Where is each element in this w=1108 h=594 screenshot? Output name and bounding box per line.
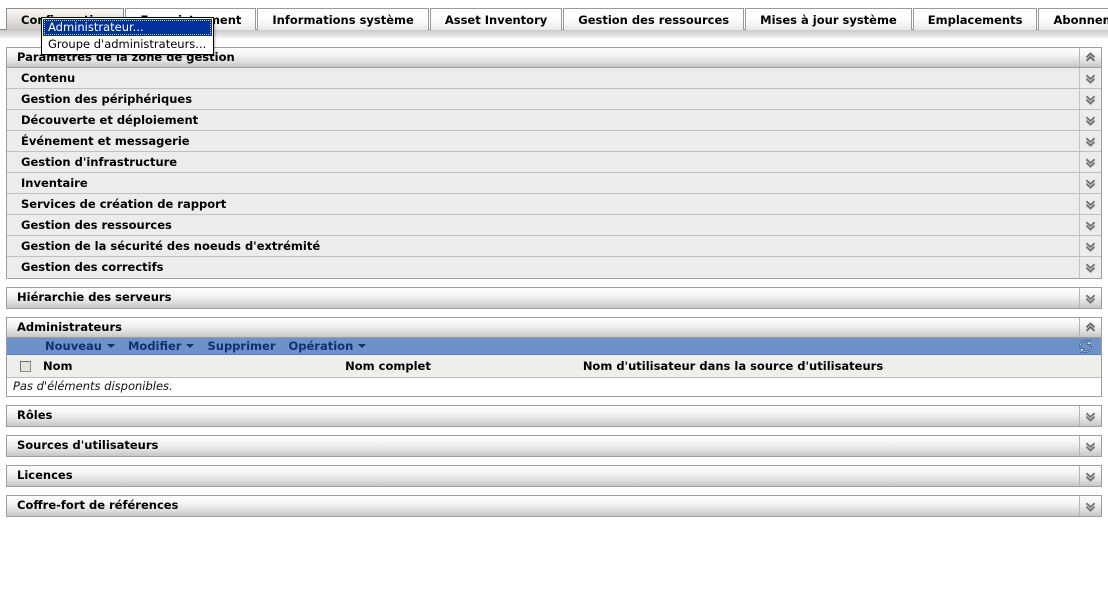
chevron-down-double-icon[interactable] (1079, 215, 1101, 235)
settings-row-5[interactable]: Inventaire (7, 173, 1101, 194)
tab-label: Asset Inventory (445, 13, 547, 27)
chevron-down-double-icon[interactable] (1079, 194, 1101, 214)
panel-header-roles[interactable]: Rôles (7, 406, 1101, 426)
tab-asset-inventory[interactable]: Asset Inventory (430, 8, 562, 30)
toolbar-menu-label: Nouveau (45, 338, 102, 354)
administrators-toolbar: Nouveau Modifier Supprimer Opération (7, 338, 1101, 355)
chevron-down-double-icon[interactable] (1079, 236, 1101, 256)
chevron-down-double-icon[interactable] (1079, 173, 1101, 193)
chevron-down-double-icon[interactable] (1079, 68, 1101, 88)
chevron-down-double-icon[interactable] (1079, 496, 1101, 516)
panel-header-user-sources[interactable]: Sources d'utilisateurs (7, 436, 1101, 456)
chevron-down-double-icon[interactable] (1079, 406, 1101, 426)
settings-row-label: Découverte et déploiement (7, 110, 1079, 130)
toolbar-menu-label: Modifier (128, 338, 182, 354)
toolbar-menu-label: Supprimer (207, 338, 275, 354)
settings-row-3[interactable]: Événement et messagerie (7, 131, 1101, 152)
toolbar-menu-nouveau[interactable]: Nouveau (45, 338, 115, 354)
administrators-toolbar-items: Nouveau Modifier Supprimer Opération (7, 338, 1069, 354)
chevron-down-double-icon[interactable] (1079, 131, 1101, 151)
panel-administrators: Administrateurs Nouveau Modifier Supprimer… (6, 317, 1102, 397)
panel-licenses: Licences (6, 465, 1102, 487)
chevron-down-icon (358, 344, 366, 348)
settings-row-label: Gestion de la sécurité des noeuds d'extr… (7, 236, 1079, 256)
settings-row-label: Inventaire (7, 173, 1079, 193)
tab-gestion-des-ressources[interactable]: Gestion des ressources (563, 8, 744, 30)
administrators-table-header: Nom Nom complet Nom d'utilisateur dans l… (7, 355, 1101, 378)
settings-row-label: Gestion des ressources (7, 215, 1079, 235)
panel-header-credential-vault[interactable]: Coffre-fort de références (7, 496, 1101, 516)
panel-user-sources: Sources d'utilisateurs (6, 435, 1102, 457)
panel-title-server-hierarchy: Hiérarchie des serveurs (7, 288, 1079, 308)
panel-roles: Rôles (6, 405, 1102, 427)
settings-row-label: Événement et messagerie (7, 131, 1079, 151)
nouveau-dropdown-menu: Administrateur...Groupe d'administrateur… (41, 17, 214, 55)
settings-row-6[interactable]: Services de création de rapport (7, 194, 1101, 215)
chevron-down-double-icon[interactable] (1079, 257, 1101, 278)
settings-row-2[interactable]: Découverte et déploiement (7, 110, 1101, 131)
settings-row-1[interactable]: Gestion des périphériques (7, 89, 1101, 110)
panel-title-roles: Rôles (7, 406, 1079, 426)
panel-management-zone-settings: Paramètres de la zone de gestion Contenu… (6, 47, 1102, 279)
empty-table-message: Pas d'éléments disponibles. (7, 378, 1101, 394)
tab-mises-jour-syst-me[interactable]: Mises à jour système (745, 8, 912, 30)
toolbar-menu-label: Opération (289, 338, 354, 354)
settings-row-8[interactable]: Gestion de la sécurité des noeuds d'extr… (7, 236, 1101, 257)
chevron-down-double-icon[interactable] (1079, 89, 1101, 109)
tab-abonnements[interactable]: Abonnements (1038, 8, 1108, 30)
panel-title-administrators: Administrateurs (7, 318, 1079, 337)
settings-row-label: Gestion des correctifs (7, 257, 1079, 278)
tab-label: Informations système (272, 13, 413, 27)
settings-row-label: Services de création de rapport (7, 194, 1079, 214)
panel-header-server-hierarchy[interactable]: Hiérarchie des serveurs (7, 288, 1101, 308)
chevron-down-double-icon[interactable] (1079, 110, 1101, 130)
tab-emplacements[interactable]: Emplacements (913, 8, 1038, 30)
chevron-up-double-icon[interactable] (1079, 318, 1101, 337)
panel-title-licenses: Licences (7, 466, 1079, 486)
management-zone-subitems: ContenuGestion des périphériquesDécouver… (7, 68, 1101, 278)
refresh-icon[interactable] (1069, 339, 1101, 354)
chevron-down-double-icon[interactable] (1079, 436, 1101, 456)
panel-header-administrators[interactable]: Administrateurs (7, 318, 1101, 338)
toolbar-menu-modifier[interactable]: Modifier (128, 338, 195, 354)
tab-label: Emplacements (928, 13, 1023, 27)
panel-title-credential-vault: Coffre-fort de références (7, 496, 1079, 516)
panel-title-user-sources: Sources d'utilisateurs (7, 436, 1079, 456)
chevron-up-double-icon[interactable] (1079, 48, 1101, 67)
select-all-checkbox-cell[interactable] (7, 361, 43, 372)
menu-item-administrator[interactable]: Administrateur... (43, 19, 212, 36)
tab-label: Mises à jour système (760, 13, 897, 27)
settings-row-9[interactable]: Gestion des correctifs (7, 257, 1101, 278)
column-header-source-user-name[interactable]: Nom d'utilisateur dans la source d'utili… (533, 359, 933, 373)
select-all-checkbox[interactable] (20, 361, 31, 372)
administrators-table-body: Pas d'éléments disponibles. (7, 378, 1101, 396)
settings-row-label: Contenu (7, 68, 1079, 88)
chevron-down-double-icon[interactable] (1079, 466, 1101, 486)
settings-row-4[interactable]: Gestion d'infrastructure (7, 152, 1101, 173)
tab-informations-syst-me[interactable]: Informations système (257, 8, 428, 30)
settings-row-0[interactable]: Contenu (7, 68, 1101, 89)
page-content: Paramètres de la zone de gestion Contenu… (0, 47, 1108, 517)
panel-header-licenses[interactable]: Licences (7, 466, 1101, 486)
chevron-down-double-icon[interactable] (1079, 152, 1101, 172)
panel-credential-vault: Coffre-fort de références (6, 495, 1102, 517)
column-header-name[interactable]: Nom (43, 359, 243, 373)
settings-row-label: Gestion des périphériques (7, 89, 1079, 109)
chevron-down-double-icon[interactable] (1079, 288, 1101, 308)
settings-row-7[interactable]: Gestion des ressources (7, 215, 1101, 236)
tab-label: Gestion des ressources (578, 13, 729, 27)
column-header-full-name[interactable]: Nom complet (243, 359, 533, 373)
tab-label: Abonnements (1053, 13, 1108, 27)
menu-item-administrator-group[interactable]: Groupe d'administrateurs... (43, 36, 212, 53)
settings-row-label: Gestion d'infrastructure (7, 152, 1079, 172)
toolbar-menu-supprimer[interactable]: Supprimer (207, 338, 275, 354)
chevron-down-icon (186, 344, 194, 348)
panel-server-hierarchy: Hiérarchie des serveurs (6, 287, 1102, 309)
toolbar-menu-op-ration[interactable]: Opération (289, 338, 367, 354)
chevron-down-icon (107, 344, 115, 348)
